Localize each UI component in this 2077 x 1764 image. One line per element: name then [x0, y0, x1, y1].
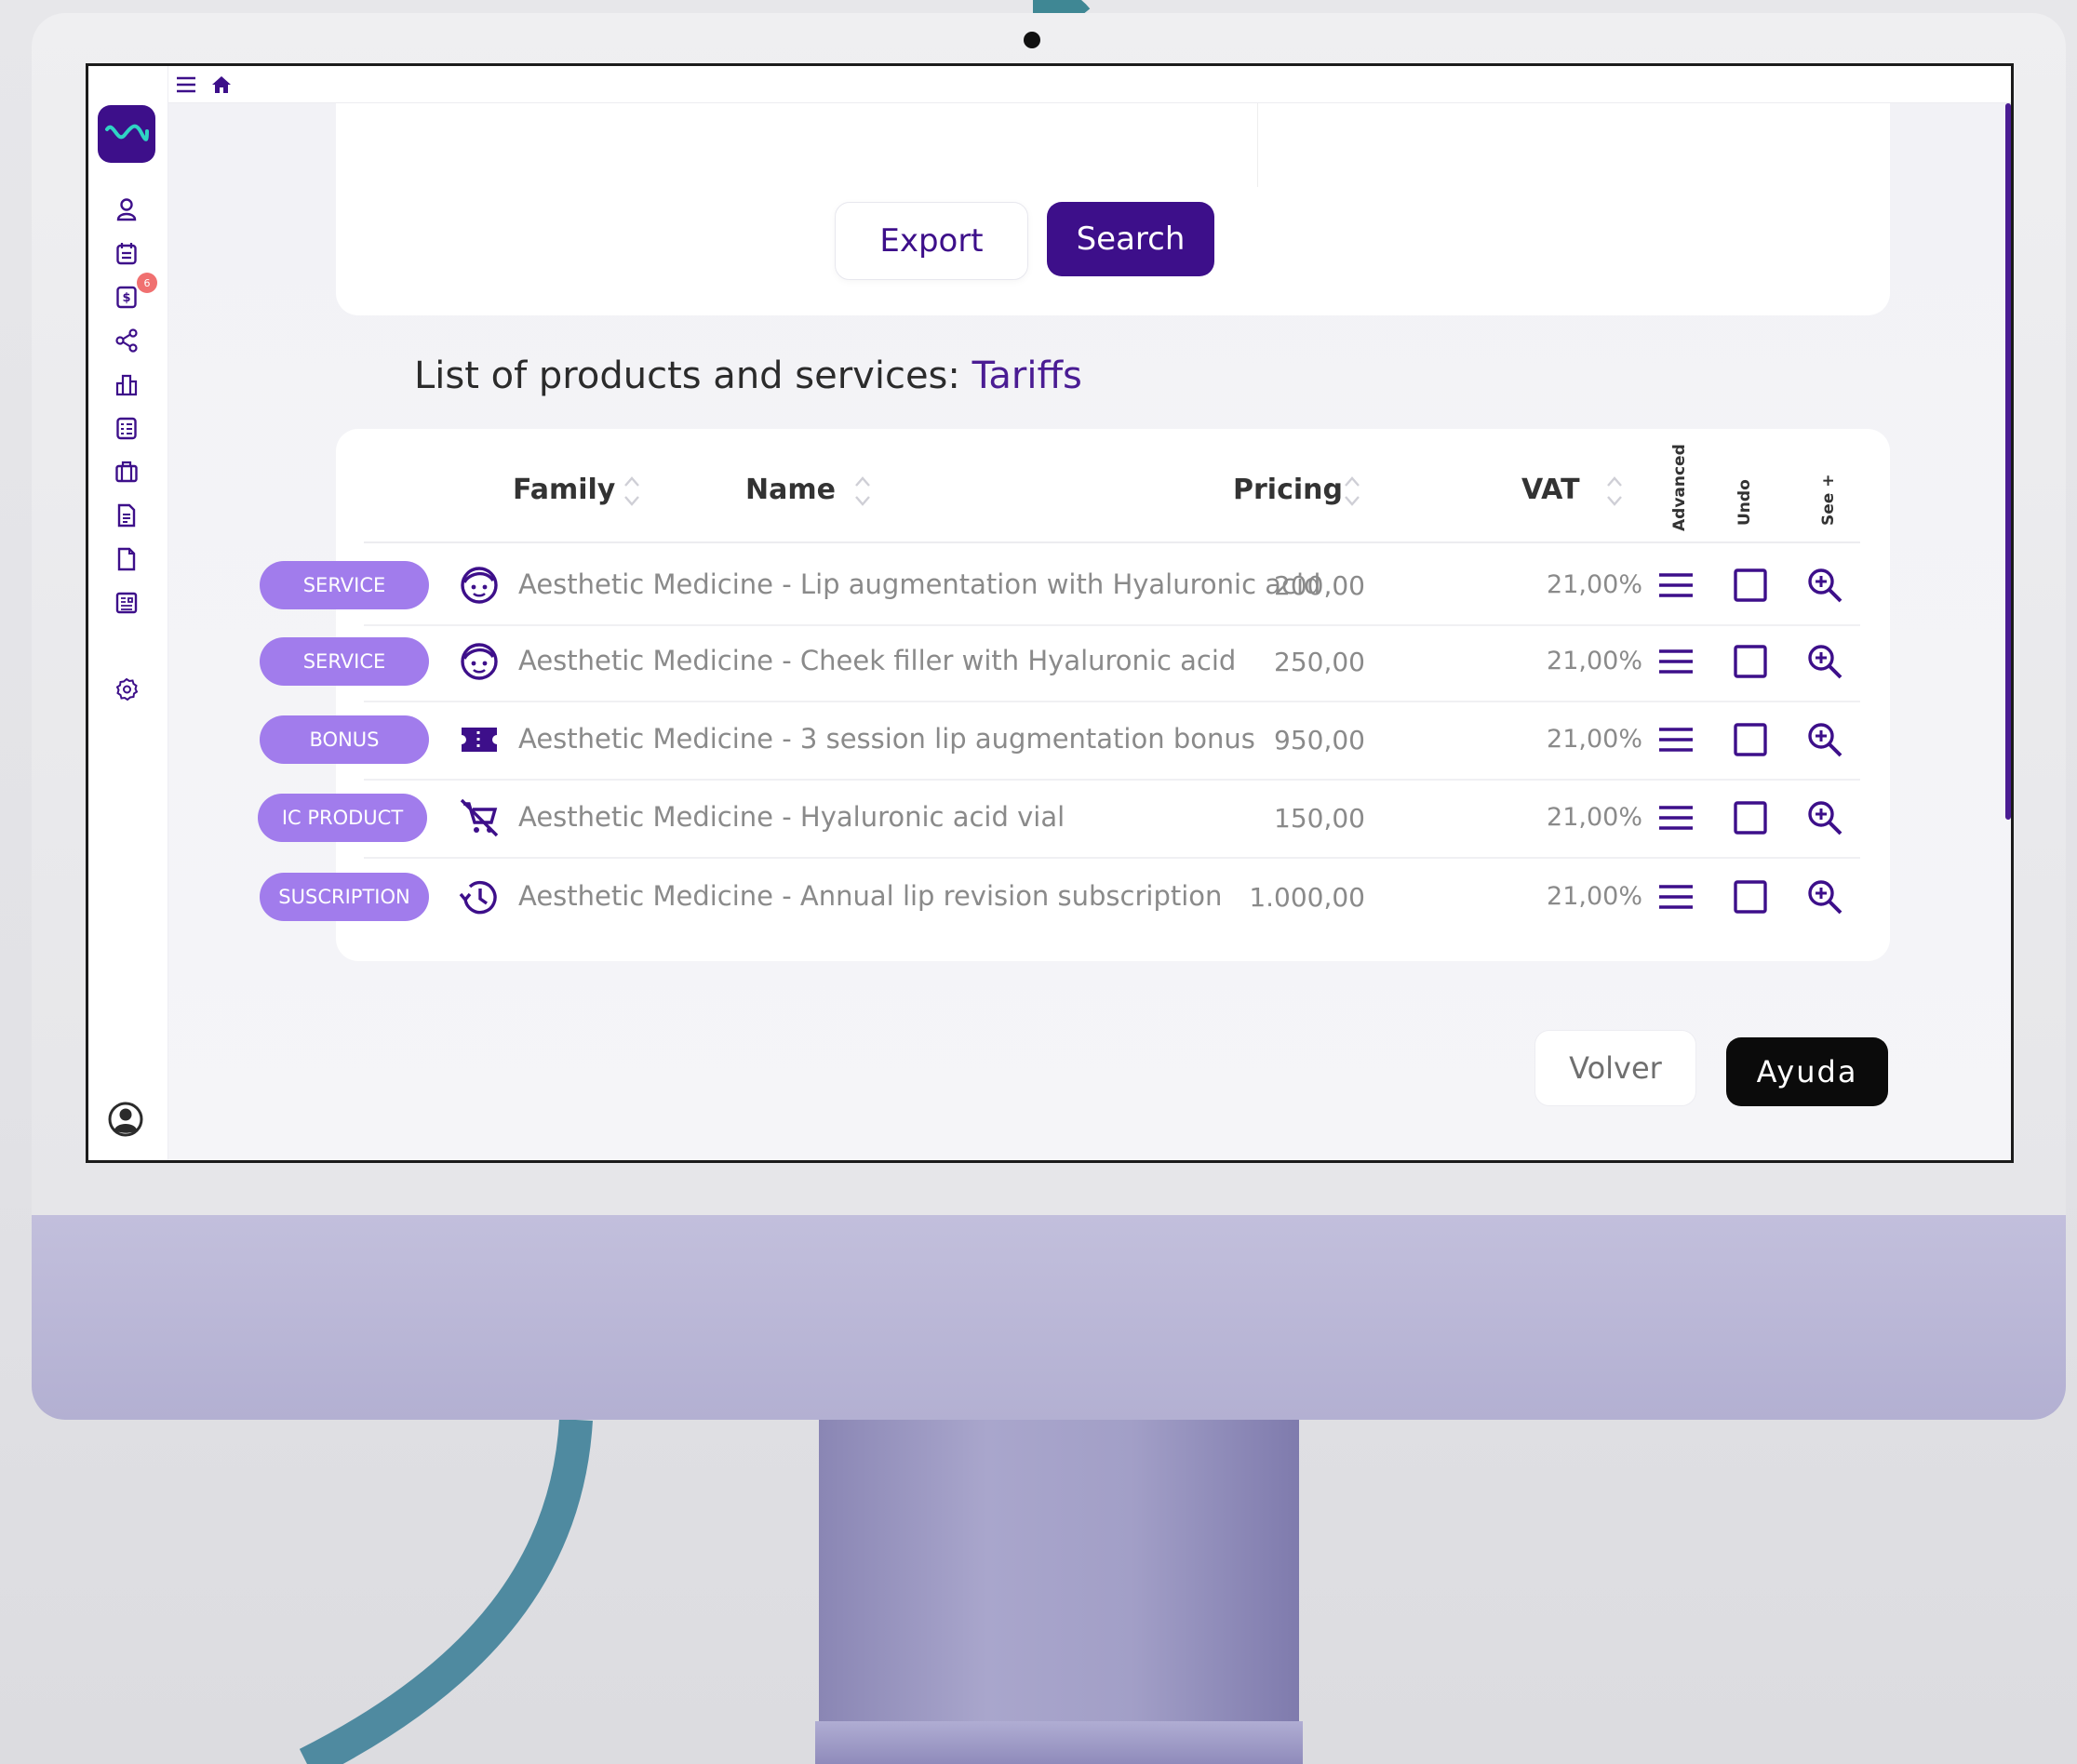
page-title: List of products and services: Tariffs — [414, 354, 1082, 397]
sort-icon[interactable] — [621, 472, 643, 511]
back-button[interactable]: Volver — [1534, 1030, 1696, 1106]
family-pill[interactable]: SUSCRIPTION — [260, 873, 429, 921]
zoom-in-icon[interactable] — [1804, 641, 1845, 682]
zoom-in-icon[interactable] — [1804, 719, 1845, 760]
camera-dot — [1024, 32, 1040, 48]
product-vat: 21,00% — [1547, 882, 1642, 911]
top-bar — [88, 66, 2011, 103]
product-name[interactable]: Aesthetic Medicine - 3 session lip augme… — [518, 723, 1255, 755]
page-title-text: List of products and services: — [414, 354, 972, 397]
app-logo[interactable] — [98, 105, 155, 163]
advanced-menu-icon[interactable] — [1655, 797, 1696, 838]
sort-icon[interactable] — [851, 472, 874, 511]
product-vat: 21,00% — [1547, 803, 1642, 832]
product-price: 1.000,00 — [1249, 882, 1365, 913]
zoom-in-icon[interactable] — [1804, 565, 1845, 606]
table-row[interactable]: SUSCRIPTION Aesthetic Medicine - Annual l… — [88, 858, 2011, 936]
zoom-in-icon[interactable] — [1804, 797, 1845, 838]
column-header-see-more: See + — [1819, 474, 1838, 526]
advanced-menu-icon[interactable] — [1655, 876, 1696, 917]
svg-text:$: $ — [122, 291, 130, 305]
notification-badge: 6 — [137, 273, 157, 293]
help-button[interactable]: Ayuda — [1726, 1037, 1888, 1106]
briefcase-icon[interactable] — [112, 457, 141, 487]
monitor-stand-foot — [815, 1721, 1303, 1764]
history-icon — [457, 875, 502, 919]
undo-checkbox[interactable] — [1730, 565, 1771, 606]
export-button[interactable]: Export — [835, 202, 1028, 280]
column-header-undo: Undo — [1735, 479, 1754, 526]
undo-checkbox[interactable] — [1730, 797, 1771, 838]
product-price: 150,00 — [1274, 803, 1365, 834]
product-vat: 21,00% — [1547, 725, 1642, 754]
user-icon[interactable] — [112, 194, 141, 224]
monitor-stand — [819, 1420, 1299, 1764]
table-row[interactable]: BONUS Aesthetic Medicine - 3 session lip … — [88, 701, 2011, 779]
monitor-chin — [32, 1215, 2066, 1420]
table-row[interactable]: IC PRODUCT Aesthetic Medicine - Hyaluroni… — [88, 779, 2011, 857]
document-icon[interactable] — [112, 501, 141, 530]
header-divider — [364, 541, 1860, 543]
ticket-icon — [457, 717, 502, 762]
column-header-pricing[interactable]: Pricing — [1233, 474, 1343, 506]
building-icon[interactable] — [112, 369, 141, 399]
calendar-icon[interactable] — [112, 238, 141, 268]
undo-checkbox[interactable] — [1730, 876, 1771, 917]
cart-off-icon — [457, 795, 502, 840]
product-vat: 21,00% — [1547, 647, 1642, 675]
table-row[interactable]: SERVICE Aesthetic Medicine - Lip augmenta… — [88, 546, 2011, 624]
sort-icon[interactable] — [1603, 472, 1626, 511]
share-icon[interactable] — [112, 326, 141, 355]
product-name[interactable]: Aesthetic Medicine - Lip augmentation wi… — [518, 568, 1320, 600]
column-header-vat[interactable]: VAT — [1521, 474, 1580, 506]
column-header-family[interactable]: Family — [513, 474, 615, 506]
product-price: 200,00 — [1274, 570, 1365, 601]
advanced-menu-icon[interactable] — [1655, 719, 1696, 760]
search-button[interactable]: Search — [1047, 202, 1214, 276]
undo-checkbox[interactable] — [1730, 641, 1771, 682]
sort-icon[interactable] — [1341, 472, 1363, 511]
advanced-menu-icon[interactable] — [1655, 565, 1696, 606]
product-name[interactable]: Aesthetic Medicine - Cheek filler with H… — [518, 645, 1236, 676]
hamburger-icon[interactable] — [174, 74, 198, 96]
divider — [1257, 103, 1258, 187]
zoom-in-icon[interactable] — [1804, 876, 1845, 917]
column-header-advanced: Advanced — [1670, 444, 1689, 531]
checklist-icon[interactable] — [112, 413, 141, 443]
product-name[interactable]: Aesthetic Medicine - Annual lip revision… — [518, 880, 1222, 912]
scene: $ 6 Export Search List of products and s… — [0, 0, 2077, 1764]
product-price: 950,00 — [1274, 725, 1365, 755]
face-icon — [457, 563, 502, 608]
advanced-menu-icon[interactable] — [1655, 641, 1696, 682]
home-icon[interactable] — [209, 74, 234, 96]
undo-checkbox[interactable] — [1730, 719, 1771, 760]
app-screen: $ 6 Export Search List of products and s… — [86, 63, 2014, 1163]
product-price: 250,00 — [1274, 647, 1365, 677]
page-title-highlight: Tariffs — [972, 354, 1082, 397]
user-circle-icon[interactable] — [107, 1101, 144, 1138]
column-header-name[interactable]: Name — [745, 474, 836, 506]
family-pill[interactable]: BONUS — [260, 715, 429, 764]
family-pill[interactable]: SERVICE — [260, 637, 429, 686]
product-vat: 21,00% — [1547, 570, 1642, 599]
product-name[interactable]: Aesthetic Medicine - Hyaluronic acid via… — [518, 801, 1065, 833]
family-pill[interactable]: IC PRODUCT — [258, 794, 427, 842]
table-row[interactable]: SERVICE Aesthetic Medicine - Cheek filler… — [88, 622, 2011, 701]
face-icon — [457, 639, 502, 684]
family-pill[interactable]: SERVICE — [260, 561, 429, 609]
